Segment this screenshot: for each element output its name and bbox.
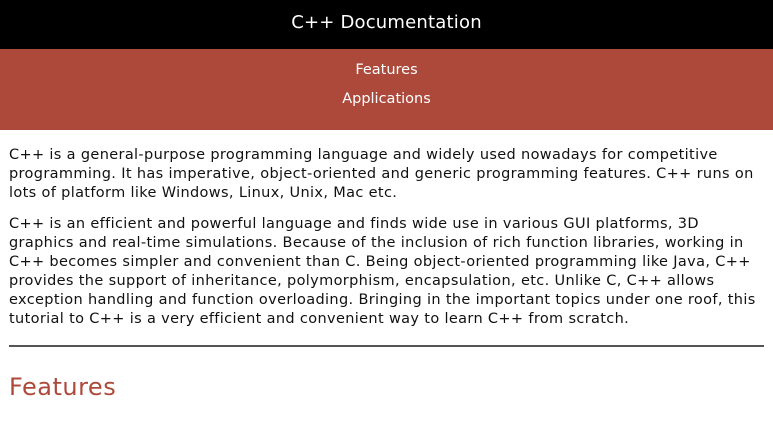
nav-link-features[interactable]: Features bbox=[0, 49, 773, 85]
intro-paragraph: C++ is a general-purpose programming lan… bbox=[9, 147, 754, 201]
page-title: C++ Documentation bbox=[291, 12, 482, 33]
nav-link-applications[interactable]: Applications bbox=[0, 85, 773, 121]
features-heading: Features bbox=[9, 373, 117, 401]
main-content: C++ is a general-purpose programming lan… bbox=[0, 130, 773, 399]
top-header: C++ Documentation bbox=[0, 0, 773, 49]
details-paragraph: C++ is an efficient and powerful languag… bbox=[9, 216, 756, 327]
page: C++ Documentation Features Applications … bbox=[0, 0, 773, 424]
nav-bar: Features Applications bbox=[0, 49, 773, 130]
section-divider bbox=[9, 345, 764, 347]
